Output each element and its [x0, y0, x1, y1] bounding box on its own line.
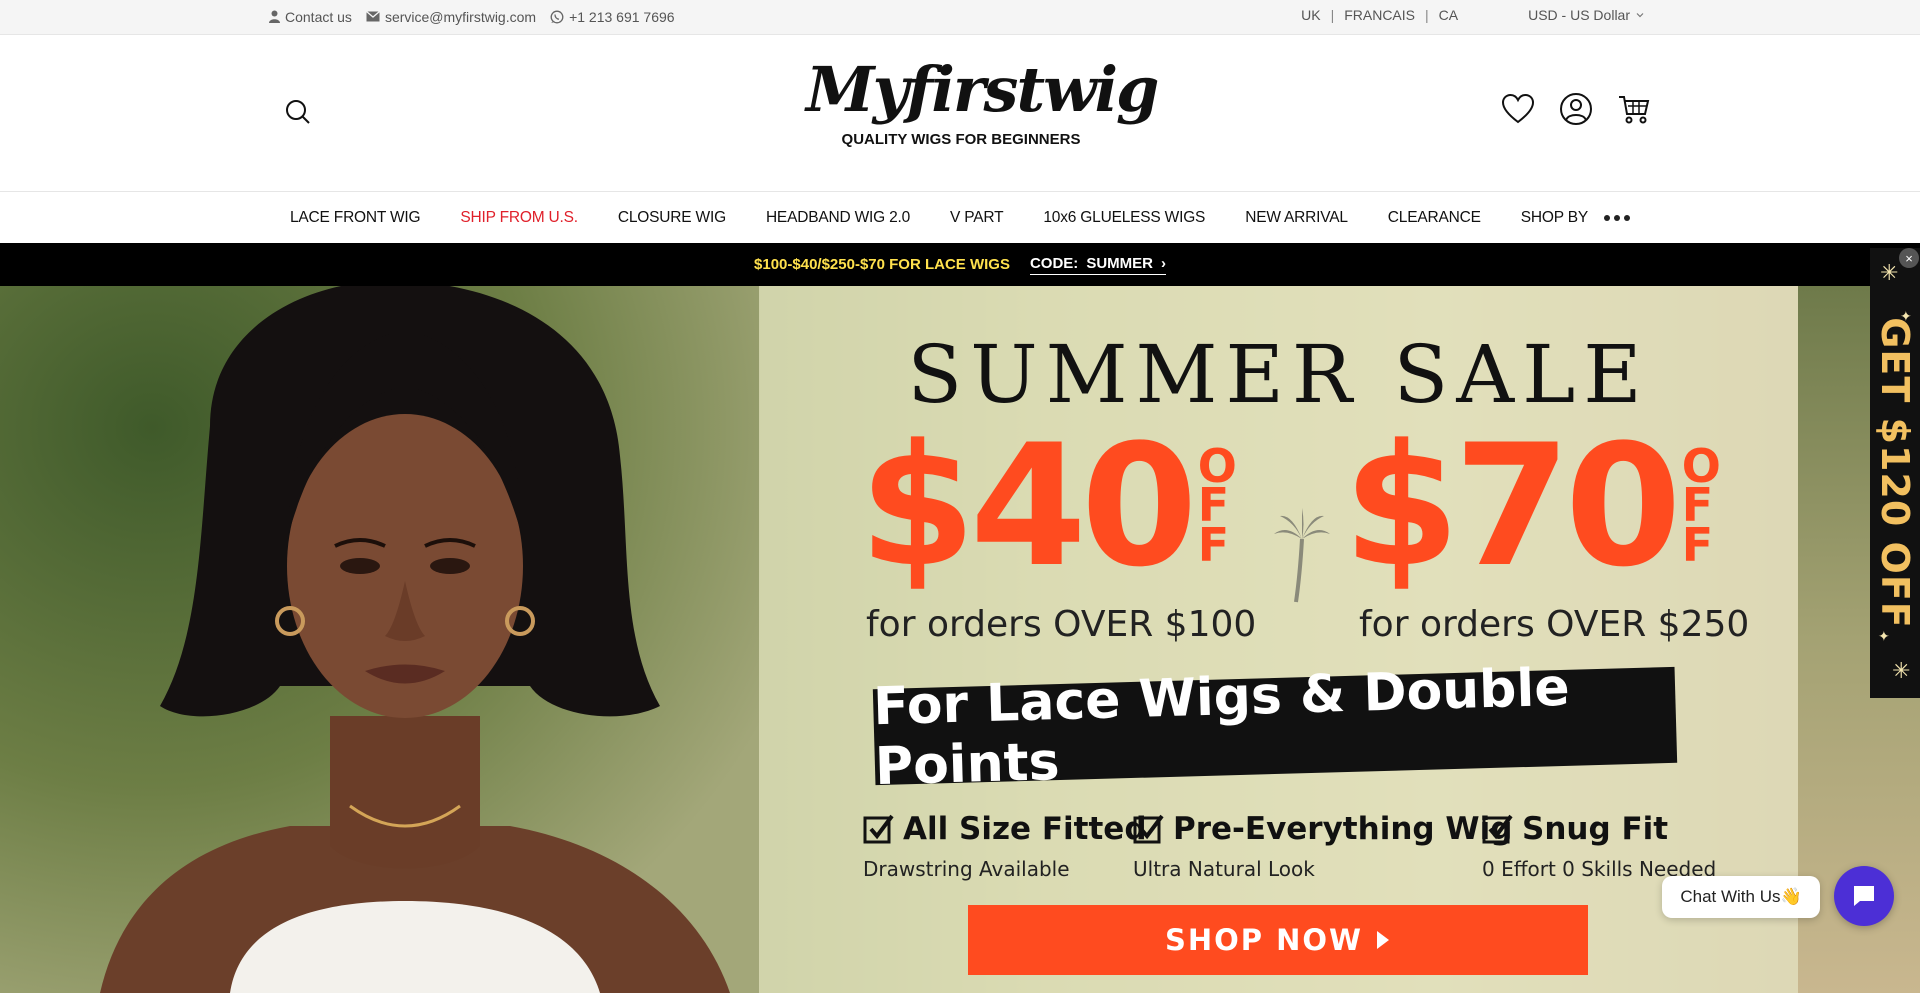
- checkbox-icon: [1482, 814, 1513, 844]
- sparkle-icon: ✦: [1878, 628, 1890, 644]
- nav-item-shop-by[interactable]: SHOP BY: [1521, 209, 1588, 227]
- promo-code-link[interactable]: CODE: SUMMER ›: [1029, 254, 1166, 275]
- off-letter: F: [1681, 517, 1714, 572]
- cart-button[interactable]: [1616, 91, 1652, 127]
- site-logo[interactable]: Myfirstwig QUALITY WIGS FOR BEGINNERS: [806, 49, 1159, 179]
- offer-amount: $40: [859, 408, 1198, 604]
- off-letter: F: [1197, 517, 1230, 572]
- cart-icon: [1619, 96, 1650, 124]
- heart-icon: [1501, 93, 1535, 124]
- palm-tree-icon: [1274, 508, 1330, 603]
- coupon-side-tab-text: GET $120 OFF: [1873, 317, 1917, 629]
- feature-title: All Size Fitted: [903, 811, 1147, 847]
- region-uk[interactable]: UK: [1301, 7, 1320, 23]
- promo-code-value: SUMMER: [1086, 254, 1153, 272]
- chat-with-us-bubble[interactable]: Chat With Us👋: [1662, 876, 1820, 918]
- shop-now-button[interactable]: SHOP NOW: [968, 905, 1588, 975]
- feature-title: Snug Fit: [1522, 811, 1669, 847]
- contact-us-label: Contact us: [285, 8, 352, 25]
- logo-tagline: QUALITY WIGS FOR BEGINNERS: [841, 131, 1081, 148]
- sale-panel: SUMMER SALE $40 O F F $70 O F F for orde…: [759, 286, 1798, 993]
- chat-button[interactable]: [1834, 866, 1894, 926]
- lace-wigs-banner-text: For Lace Wigs & Double Points: [872, 657, 1571, 798]
- coupon-side-tab[interactable]: ✳ ✦ ✦ ✳ GET $120 OFF: [1870, 248, 1920, 698]
- nav-item-closure-wig[interactable]: CLOSURE WIG: [618, 209, 726, 227]
- region-separator: |: [1425, 7, 1429, 23]
- nav-item-new-arrival[interactable]: NEW ARRIVAL: [1245, 209, 1348, 227]
- offer-off-label: O F F: [1197, 443, 1237, 572]
- chat-icon: [1854, 886, 1874, 906]
- email-link[interactable]: service@myfirstwig.com: [366, 9, 536, 25]
- region-separator: |: [1330, 7, 1335, 23]
- account-button[interactable]: [1558, 91, 1594, 127]
- nav-menu: LACE FRONT WIG SHIP FROM U.S. CLOSURE WI…: [290, 192, 1588, 243]
- chevron-right-icon: ›: [1160, 254, 1166, 272]
- envelope-icon: [366, 11, 380, 22]
- feature-subtitle: Ultra Natural Look: [1133, 857, 1315, 881]
- offer-amount: $70: [1343, 408, 1682, 604]
- offer-condition: for orders OVER $100: [866, 604, 1257, 645]
- search-icon: [286, 100, 310, 124]
- contact-links: Contact us service@myfirstwig.com +1 213…: [269, 0, 675, 33]
- site-header: Myfirstwig QUALITY WIGS FOR BEGINNERS: [0, 35, 1920, 192]
- top-utility-bar: Contact us service@myfirstwig.com +1 213…: [0, 0, 1920, 35]
- feature-title: Pre-Everything Wig: [1173, 811, 1513, 847]
- user-icon: [1560, 93, 1592, 125]
- more-menu-button[interactable]: [1604, 208, 1634, 228]
- nav-item-lace-front-wig[interactable]: LACE FRONT WIG: [290, 209, 421, 227]
- header-actions: [1500, 91, 1652, 127]
- hero-model-image: [100, 286, 730, 993]
- feature-subtitle: Drawstring Available: [863, 857, 1070, 881]
- sparkle-icon: ✳: [1892, 658, 1911, 683]
- promo-code-label: CODE:: [1029, 254, 1079, 272]
- feature-all-size-fitted: All Size Fitted Drawstring Available: [863, 811, 1147, 881]
- more-dots-icon: [1614, 215, 1620, 221]
- search-button[interactable]: [283, 97, 313, 127]
- shop-now-label: SHOP NOW: [1164, 923, 1364, 957]
- email-label: service@myfirstwig.com: [384, 8, 537, 25]
- sparkle-icon: ✳: [1880, 260, 1899, 285]
- more-dots-icon: [1624, 215, 1630, 221]
- checkbox-icon: [863, 814, 894, 844]
- chevron-down-icon: [1636, 13, 1644, 18]
- offer-40: $40 O F F: [859, 422, 1237, 590]
- more-dots-icon: [1604, 215, 1610, 221]
- wishlist-button[interactable]: [1500, 91, 1536, 127]
- region-francais[interactable]: FRANCAIS: [1344, 7, 1415, 23]
- hero-banner[interactable]: SUMMER SALE $40 O F F $70 O F F for orde…: [0, 286, 1920, 993]
- locale-switcher: UK | FRANCAIS | CA USD - US Dollar: [1301, 0, 1644, 30]
- phone-link[interactable]: +1 213 691 7696: [550, 9, 675, 25]
- whatsapp-icon: [550, 10, 564, 23]
- nav-item-headband-wig[interactable]: HEADBAND WIG 2.0: [766, 209, 910, 227]
- promo-deal-text: $100-$40/$250-$70 FOR LACE WIGS: [754, 256, 1010, 273]
- phone-label: +1 213 691 7696: [569, 8, 675, 25]
- currency-label: USD - US Dollar: [1528, 7, 1630, 23]
- close-icon[interactable]: ×: [1899, 248, 1919, 268]
- nav-item-glueless-wigs[interactable]: 10x6 GLUELESS WIGS: [1043, 209, 1205, 227]
- logo-wordmark: Myfirstwig: [806, 53, 1159, 126]
- nav-item-v-part[interactable]: V PART: [950, 209, 1004, 227]
- offer-condition: for orders OVER $250: [1359, 604, 1750, 645]
- feature-pre-everything-wig: Pre-Everything Wig Ultra Natural Look: [1133, 811, 1512, 881]
- checkbox-icon: [1133, 814, 1164, 844]
- promo-bar: $100-$40/$250-$70 FOR LACE WIGS CODE: SU…: [0, 243, 1920, 286]
- offer-off-label: O F F: [1681, 443, 1721, 572]
- nav-item-ship-from-us[interactable]: SHIP FROM U.S.: [460, 209, 578, 227]
- nav-item-clearance[interactable]: CLEARANCE: [1388, 209, 1481, 227]
- contact-us-link[interactable]: Contact us: [269, 9, 352, 25]
- currency-select[interactable]: USD - US Dollar: [1528, 7, 1644, 23]
- region-ca[interactable]: CA: [1439, 7, 1458, 23]
- lace-wigs-banner: For Lace Wigs & Double Points: [872, 658, 1678, 797]
- person-icon: [269, 10, 280, 23]
- main-navigation: LACE FRONT WIG SHIP FROM U.S. CLOSURE WI…: [0, 192, 1920, 243]
- feature-snug-fit: Snug Fit 0 Effort 0 Skills Needed: [1482, 811, 1716, 881]
- offer-70: $70 O F F: [1343, 422, 1721, 590]
- play-arrow-icon: [1377, 931, 1390, 949]
